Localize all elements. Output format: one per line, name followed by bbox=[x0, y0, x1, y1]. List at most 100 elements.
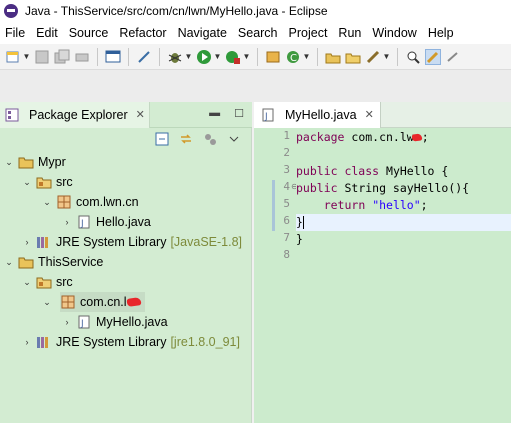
close-icon[interactable]: ✕ bbox=[136, 108, 145, 121]
toolbar-separator bbox=[317, 47, 318, 66]
tree-item-label: src bbox=[56, 275, 73, 289]
tree-item-java-file[interactable]: › J MyHello.java bbox=[0, 312, 168, 332]
close-icon[interactable]: ✕ bbox=[365, 108, 374, 121]
menu-navigate[interactable]: Navigate bbox=[173, 26, 232, 40]
library-icon bbox=[36, 335, 52, 349]
new-class-icon[interactable]: C bbox=[285, 49, 301, 65]
debug-icon[interactable] bbox=[167, 49, 183, 65]
search-tool-icon[interactable] bbox=[365, 49, 381, 65]
tree-item-package[interactable]: ⌄ com.lwn.cn bbox=[0, 192, 138, 212]
focus-icon[interactable] bbox=[202, 131, 218, 147]
tab-myhello-java[interactable]: J MyHello.java ✕ bbox=[254, 101, 381, 128]
mark-occurrences-icon[interactable] bbox=[425, 48, 441, 65]
menu-project[interactable]: Project bbox=[284, 26, 333, 40]
line-number: 7 bbox=[283, 231, 290, 244]
line-number: 4 bbox=[283, 180, 290, 193]
java-file-icon: J bbox=[260, 108, 276, 122]
code-text-segment: MyHello { bbox=[379, 164, 449, 178]
print-icon[interactable] bbox=[74, 49, 90, 65]
save-all-icon[interactable] bbox=[54, 49, 70, 65]
maximize-icon[interactable]: ☐ bbox=[234, 107, 244, 120]
chevron-down-icon[interactable]: ⌄ bbox=[42, 297, 52, 308]
chevron-down-icon[interactable]: ⌄ bbox=[42, 197, 52, 208]
code-text-segment: com.cn.lw bbox=[344, 130, 414, 144]
tree-item-project[interactable]: ⌄ Mypr bbox=[0, 152, 66, 172]
tree-item-package-selected[interactable]: com.cn.l bbox=[60, 292, 145, 312]
code-editor[interactable]: 1 2 3 4 5 6 7 8 ⊖ package com.cn.lw; pub… bbox=[254, 128, 511, 423]
main-toolbar: ▼ ▼ ▼ ▼ C ▼ ▼ bbox=[0, 44, 511, 70]
toolbar-separator bbox=[128, 47, 129, 66]
code-text-segment: } bbox=[296, 232, 303, 246]
tree-item-library[interactable]: › JRE System Library [JavaSE-1.8] bbox=[0, 232, 243, 252]
view-menu-chevron-down-icon[interactable] bbox=[226, 131, 242, 147]
redaction-mark bbox=[126, 297, 142, 307]
external-tools-dropdown-icon[interactable]: ▼ bbox=[243, 49, 251, 65]
menu-search[interactable]: Search bbox=[233, 26, 283, 40]
tree-item-project[interactable]: ⌄ ThisService bbox=[0, 252, 103, 272]
menu-run[interactable]: Run bbox=[333, 26, 366, 40]
keyword: return bbox=[323, 198, 366, 212]
chevron-right-icon[interactable]: › bbox=[62, 317, 72, 327]
tree-item-source-folder[interactable]: ⌄ src bbox=[0, 272, 73, 292]
link-with-editor-icon[interactable] bbox=[178, 131, 194, 147]
tree-item-label: src bbox=[56, 175, 73, 189]
chevron-down-icon[interactable]: ⌄ bbox=[22, 177, 32, 188]
annotation-ruler bbox=[254, 128, 272, 423]
toolbar-separator bbox=[159, 47, 160, 66]
menu-source[interactable]: Source bbox=[64, 26, 114, 40]
menu-window[interactable]: Window bbox=[367, 26, 421, 40]
menu-file[interactable]: File bbox=[0, 26, 30, 40]
code-text: package com.cn.lw; public class MyHello … bbox=[296, 128, 511, 423]
new-icon[interactable] bbox=[5, 49, 21, 65]
project-icon bbox=[18, 155, 34, 169]
tree-item-java-file[interactable]: › J Hello.java bbox=[0, 212, 151, 232]
open-type-icon[interactable] bbox=[325, 49, 341, 65]
view-window-controls: ▬ ☐ bbox=[209, 107, 244, 120]
chevron-right-icon[interactable]: › bbox=[22, 237, 32, 247]
keyword: public bbox=[296, 181, 338, 195]
toggle-block-icon[interactable] bbox=[445, 49, 461, 65]
editor-area: J MyHello.java ✕ 1 2 3 4 5 6 7 8 ⊖ packa… bbox=[254, 101, 511, 423]
debug-dropdown-icon[interactable]: ▼ bbox=[185, 49, 193, 65]
tree-item-source-folder[interactable]: ⌄ src bbox=[0, 172, 73, 192]
chevron-down-icon[interactable]: ⌄ bbox=[4, 157, 14, 168]
menu-edit[interactable]: Edit bbox=[31, 26, 63, 40]
tree-item-twisty: ⌄ bbox=[42, 292, 56, 312]
run-dropdown-icon[interactable]: ▼ bbox=[214, 49, 222, 65]
keyword: package bbox=[296, 130, 345, 144]
minimize-icon[interactable]: ▬ bbox=[209, 107, 220, 120]
code-text-segment: ; bbox=[421, 130, 429, 144]
title-bar: Java - ThisService/src/com/cn/lwn/MyHell… bbox=[0, 0, 511, 22]
tree-item-label: JRE System Library bbox=[56, 235, 167, 249]
new-java-project-icon[interactable] bbox=[265, 49, 281, 65]
chevron-right-icon[interactable]: › bbox=[62, 217, 72, 227]
collapse-all-icon[interactable] bbox=[154, 131, 170, 147]
svg-text:J: J bbox=[264, 112, 268, 122]
save-icon[interactable] bbox=[34, 49, 50, 65]
line-number: 3 bbox=[283, 163, 290, 176]
code-text-segment: String sayHello(){ bbox=[337, 181, 470, 195]
code-text-segment: } bbox=[296, 215, 303, 229]
run-icon[interactable] bbox=[196, 49, 212, 65]
line-number: 5 bbox=[283, 197, 290, 210]
console-icon[interactable] bbox=[105, 49, 121, 65]
annotation-icon[interactable] bbox=[405, 49, 421, 65]
search-dropdown-icon[interactable]: ▼ bbox=[383, 49, 391, 65]
external-tools-icon[interactable] bbox=[225, 49, 241, 65]
new-dropdown-icon[interactable]: ▼ bbox=[23, 49, 31, 65]
svg-text:J: J bbox=[80, 319, 84, 329]
chevron-down-icon[interactable]: ⌄ bbox=[4, 257, 14, 268]
menu-refactor[interactable]: Refactor bbox=[114, 26, 171, 40]
chevron-right-icon[interactable]: › bbox=[22, 337, 32, 347]
toolbar-separator bbox=[397, 47, 398, 66]
menu-help[interactable]: Help bbox=[423, 26, 459, 40]
editor-tab-label: MyHello.java bbox=[285, 107, 357, 122]
open-task-icon[interactable] bbox=[345, 49, 361, 65]
toolbar-separator bbox=[97, 47, 98, 66]
new-class-dropdown-icon[interactable]: ▼ bbox=[303, 49, 311, 65]
tab-package-explorer[interactable]: Package Explorer ✕ bbox=[0, 101, 150, 128]
skip-breakpoints-icon[interactable] bbox=[136, 49, 152, 65]
tree-item-library[interactable]: › JRE System Library [jre1.8.0_91] bbox=[0, 332, 240, 352]
chevron-down-icon[interactable]: ⌄ bbox=[22, 277, 32, 288]
